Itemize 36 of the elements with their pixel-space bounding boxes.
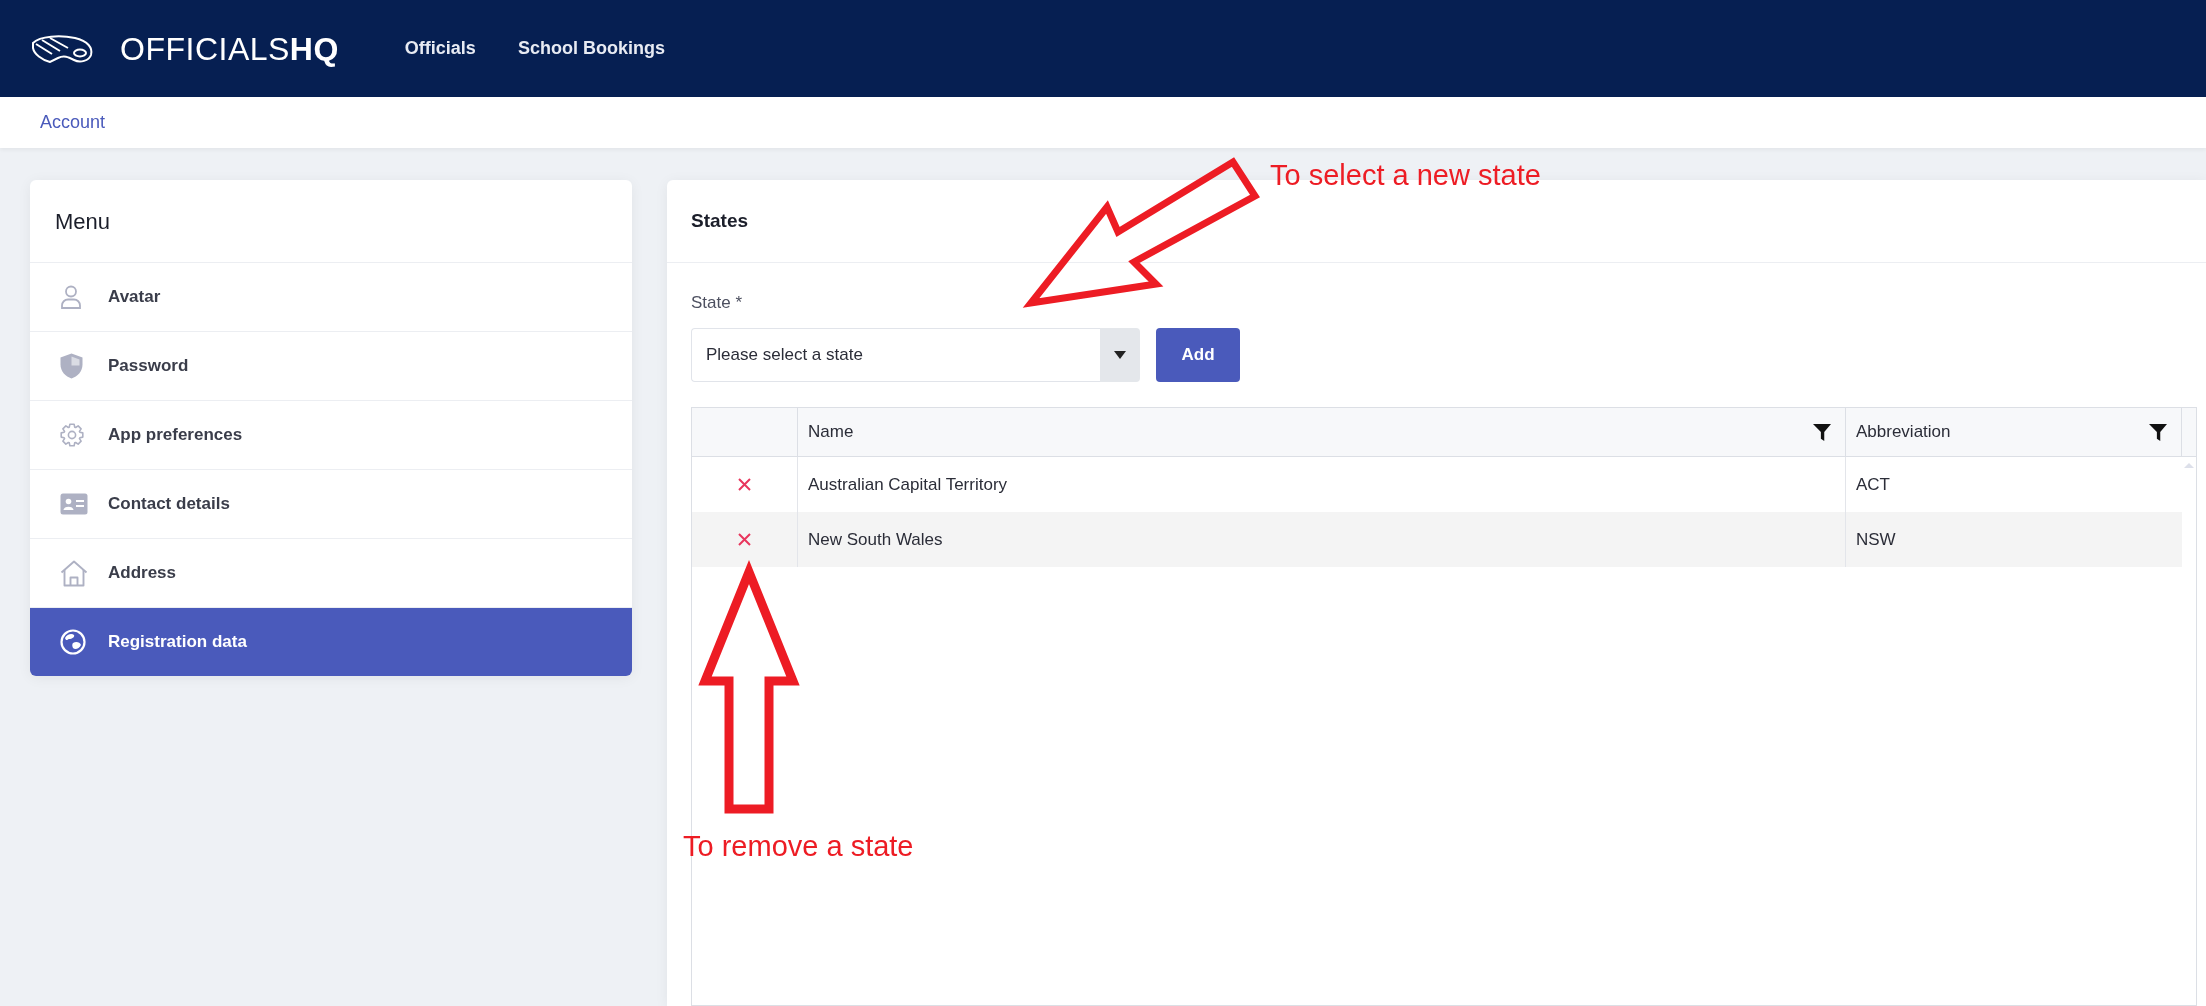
table-cell: New South Wales bbox=[798, 512, 1846, 567]
cross-icon bbox=[738, 478, 751, 491]
cross-icon bbox=[738, 533, 751, 546]
filter-icon[interactable] bbox=[1813, 423, 1831, 441]
nav-link[interactable]: Officials bbox=[404, 35, 476, 62]
add-button[interactable]: Add bbox=[1156, 328, 1240, 382]
menu-title: Menu bbox=[55, 207, 111, 236]
scroll-arrow-icon bbox=[2184, 463, 2194, 468]
menu-item[interactable]: Contact details bbox=[30, 469, 632, 538]
annotation-text: To select a new state bbox=[1270, 161, 1541, 190]
breadcrumb-link[interactable]: Account bbox=[40, 109, 106, 136]
globe-icon bbox=[60, 629, 86, 655]
shield-icon bbox=[60, 353, 83, 379]
house-icon bbox=[60, 559, 88, 587]
caret-icon bbox=[1114, 351, 1126, 359]
panel-title: States bbox=[691, 208, 749, 233]
gear-icon bbox=[60, 423, 84, 447]
id-card-icon bbox=[60, 493, 88, 515]
menu-item[interactable]: Password bbox=[30, 331, 632, 400]
filter-icon[interactable] bbox=[2149, 423, 2167, 441]
logo-icon bbox=[30, 33, 94, 64]
column-header[interactable]: Abbreviation bbox=[1856, 419, 1951, 445]
menu-item[interactable]: Registration data bbox=[30, 607, 632, 676]
nav-link[interactable]: School Bookings bbox=[517, 35, 665, 62]
menu-item[interactable]: Avatar bbox=[30, 262, 632, 331]
table-cell-text: ACT bbox=[1855, 473, 1891, 496]
state-dropdown[interactable]: Please select a state bbox=[691, 328, 1100, 382]
person-icon bbox=[60, 285, 82, 309]
logo-text: OFFICIALSHQ bbox=[120, 32, 339, 65]
column-header[interactable]: Name bbox=[808, 419, 854, 445]
table-cell-text: NSW bbox=[1855, 528, 1897, 551]
menu-item[interactable]: App preferences bbox=[30, 400, 632, 469]
menu-item[interactable]: Address bbox=[30, 538, 632, 607]
field-label: State * bbox=[691, 293, 743, 312]
dropdown-toggle[interactable] bbox=[1100, 328, 1140, 382]
annotation-text: To remove a state bbox=[683, 832, 914, 861]
